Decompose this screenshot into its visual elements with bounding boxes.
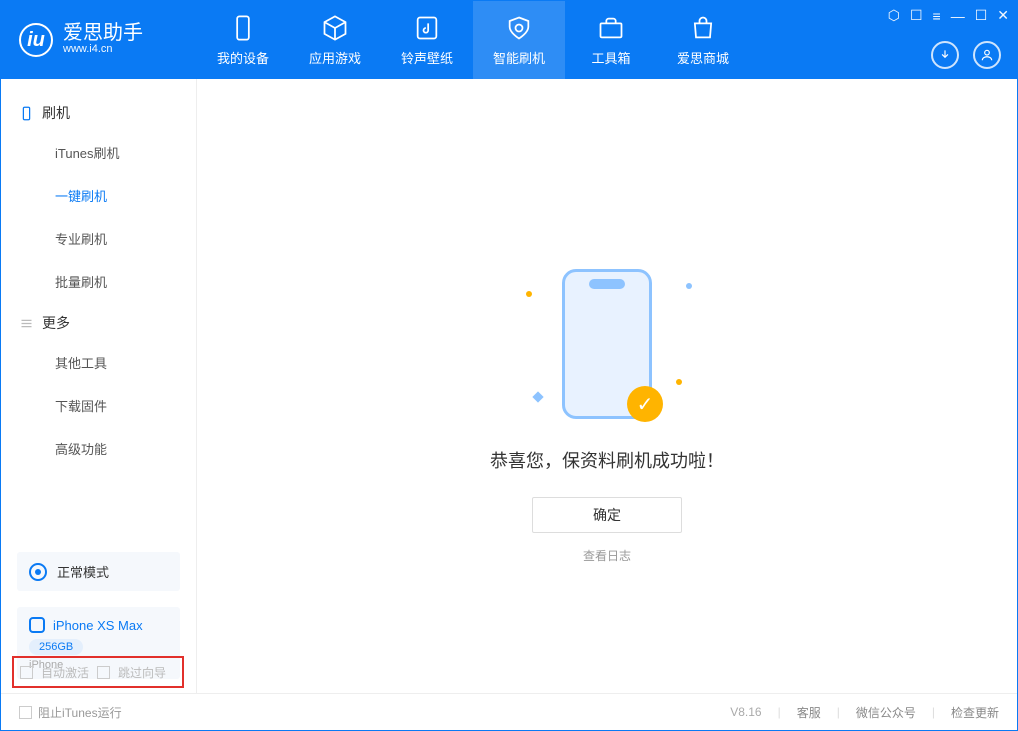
success-message: 恭喜您，保资料刷机成功啦！ bbox=[490, 447, 724, 473]
top-nav: 我的设备 应用游戏 铃声壁纸 智能刷机 工具箱 爱思商城 bbox=[197, 1, 749, 79]
highlighted-options: 自动激活 跳过向导 bbox=[12, 656, 184, 688]
check-update-link[interactable]: 检查更新 bbox=[951, 704, 999, 721]
logo-icon: iu bbox=[19, 23, 53, 57]
success-illustration: ✓ bbox=[562, 269, 652, 419]
auto-activate-checkbox[interactable] bbox=[20, 666, 33, 679]
toolbox-icon bbox=[597, 14, 625, 42]
version-label: V8.16 bbox=[730, 705, 761, 719]
device-capacity: 256GB bbox=[29, 639, 83, 655]
header: iu 爱思助手 www.i4.cn 我的设备 应用游戏 铃声壁纸 智能刷机 工具… bbox=[1, 1, 1017, 79]
block-itunes-checkbox[interactable] bbox=[19, 706, 32, 719]
view-log-link[interactable]: 查看日志 bbox=[583, 547, 631, 564]
customer-service-link[interactable]: 客服 bbox=[797, 704, 821, 721]
main-content: ✓ 恭喜您，保资料刷机成功啦！ 确定 查看日志 bbox=[197, 79, 1017, 693]
logo-title: 爱思助手 bbox=[63, 23, 143, 43]
download-button[interactable] bbox=[931, 41, 959, 69]
nav-toolbox[interactable]: 工具箱 bbox=[565, 1, 657, 79]
logo: iu 爱思助手 www.i4.cn bbox=[1, 23, 197, 57]
cube-icon bbox=[321, 14, 349, 42]
device-phone-icon bbox=[29, 617, 45, 633]
nav-smart-flash[interactable]: 智能刷机 bbox=[473, 1, 565, 79]
nav-my-device[interactable]: 我的设备 bbox=[197, 1, 289, 79]
sidebar-item-pro-flash[interactable]: 专业刷机 bbox=[1, 217, 196, 260]
sidebar-item-oneclick-flash[interactable]: 一键刷机 bbox=[1, 174, 196, 217]
sidebar-item-batch-flash[interactable]: 批量刷机 bbox=[1, 260, 196, 303]
skip-guide-checkbox[interactable] bbox=[97, 666, 110, 679]
device-name: iPhone XS Max bbox=[53, 618, 143, 633]
mode-card[interactable]: 正常模式 bbox=[17, 552, 180, 591]
auto-activate-label: 自动激活 bbox=[41, 664, 89, 681]
skip-guide-label: 跳过向导 bbox=[118, 664, 166, 681]
mode-label: 正常模式 bbox=[57, 562, 109, 581]
mode-icon bbox=[29, 563, 47, 581]
nav-apps-games[interactable]: 应用游戏 bbox=[289, 1, 381, 79]
phone-icon bbox=[19, 106, 34, 121]
sidebar-item-advanced[interactable]: 高级功能 bbox=[1, 427, 196, 470]
device-icon bbox=[229, 14, 257, 42]
close-icon[interactable]: ✕ bbox=[997, 7, 1009, 24]
menu-icon[interactable]: ≡ bbox=[933, 8, 941, 24]
block-itunes-label: 阻止iTunes运行 bbox=[38, 704, 122, 721]
minimize-icon[interactable]: — bbox=[951, 8, 965, 24]
sidebar-item-download-firmware[interactable]: 下载固件 bbox=[1, 384, 196, 427]
refresh-shield-icon bbox=[505, 14, 533, 42]
music-icon bbox=[413, 14, 441, 42]
sidebar: 刷机 iTunes刷机 一键刷机 专业刷机 批量刷机 更多 其他工具 下载固件 … bbox=[1, 79, 197, 693]
maximize-icon[interactable]: ☐ bbox=[975, 7, 988, 24]
list-icon bbox=[19, 316, 34, 331]
nav-ringtone-wallpaper[interactable]: 铃声壁纸 bbox=[381, 1, 473, 79]
shirt-icon[interactable]: ⬡ bbox=[888, 7, 900, 24]
lock-icon[interactable]: ☐ bbox=[910, 7, 923, 24]
logo-subtitle: www.i4.cn bbox=[63, 43, 143, 56]
wechat-link[interactable]: 微信公众号 bbox=[856, 704, 916, 721]
sidebar-group-more: 更多 bbox=[1, 303, 196, 341]
sidebar-item-itunes-flash[interactable]: iTunes刷机 bbox=[1, 131, 196, 174]
sidebar-group-flash: 刷机 bbox=[1, 93, 196, 131]
checkmark-icon: ✓ bbox=[627, 386, 663, 422]
bag-icon bbox=[689, 14, 717, 42]
window-controls: ⬡ ☐ ≡ — ☐ ✕ bbox=[888, 7, 1009, 24]
nav-store[interactable]: 爱思商城 bbox=[657, 1, 749, 79]
user-button[interactable] bbox=[973, 41, 1001, 69]
header-actions bbox=[931, 41, 1001, 69]
sidebar-item-other-tools[interactable]: 其他工具 bbox=[1, 341, 196, 384]
ok-button[interactable]: 确定 bbox=[532, 497, 682, 533]
footer: 阻止iTunes运行 V8.16 | 客服 | 微信公众号 | 检查更新 bbox=[1, 693, 1017, 730]
